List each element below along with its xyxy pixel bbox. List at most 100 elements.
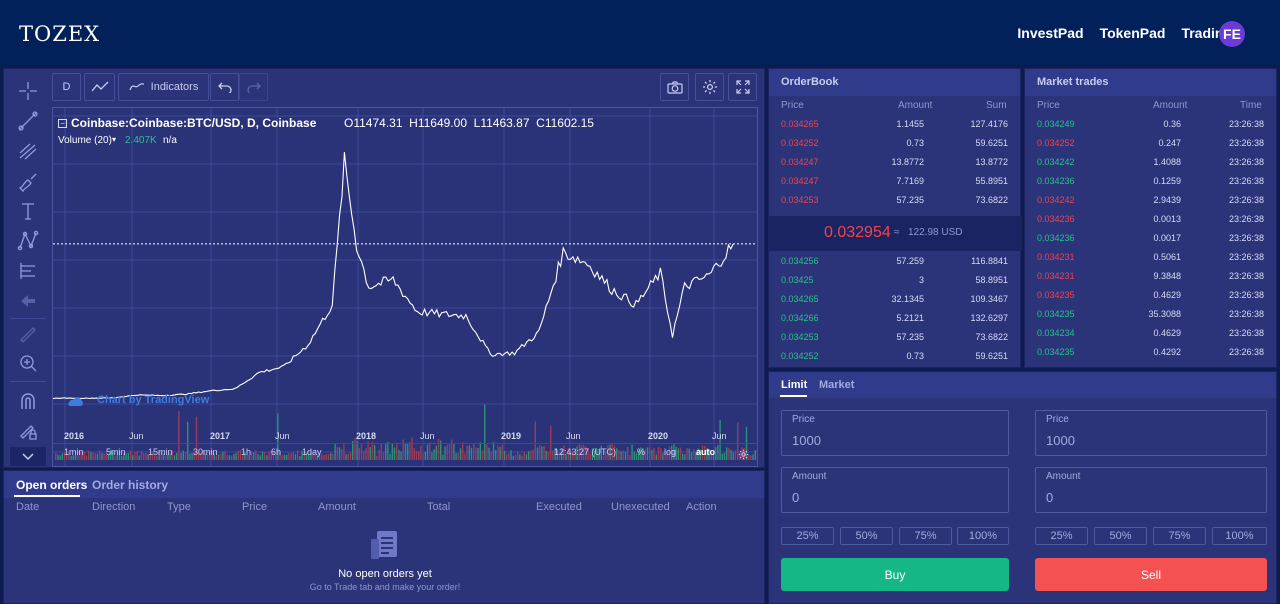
buy-75-percent-button[interactable]: 75% [899, 527, 952, 545]
trade-row[interactable]: 0.034231 9.3848 23:26:38 [1025, 267, 1276, 286]
sell-75-percent-button[interactable]: 75% [1153, 527, 1206, 545]
fullscreen-button[interactable] [728, 73, 757, 101]
interval-button[interactable]: D [52, 73, 81, 101]
percent-scale-button[interactable]: % [637, 447, 645, 457]
orderbook-row[interactable]: 0.034256 57.259 116.8841 [769, 252, 1020, 271]
timeframe-1h[interactable]: 1h [241, 447, 251, 457]
trade-row[interactable]: 0.034252 0.247 23:26:38 [1025, 134, 1276, 153]
sell-50-percent-button[interactable]: 50% [1094, 527, 1147, 545]
timeframe-1day[interactable]: 1day [302, 447, 322, 457]
buy-50-percent-button[interactable]: 50% [840, 527, 893, 545]
row-sum: 116.8841 [971, 256, 1008, 266]
chart-type-button[interactable] [84, 73, 115, 101]
tradingview-watermark[interactable]: Chart by TradingView [97, 394, 209, 406]
nav-investpad[interactable]: InvestPad [1017, 25, 1083, 41]
settings-button[interactable] [695, 73, 724, 101]
chart-plot-area[interactable]: − Coinbase:Coinbase:BTC/USD, D, Coinbase… [52, 107, 758, 467]
row-price: 0.034266 [781, 313, 819, 323]
sell-25-percent-button[interactable]: 25% [1035, 527, 1088, 545]
magnet-icon[interactable] [16, 389, 40, 413]
toolbar-divider [10, 318, 46, 319]
orderbook-row[interactable]: 0.034265 32.1345 109.3467 [769, 290, 1020, 309]
timeframe-15min[interactable]: 15min [148, 447, 173, 457]
row-amount: 5.2121 [896, 313, 924, 323]
user-avatar[interactable]: FE [1219, 21, 1245, 47]
prediction-tool-icon[interactable] [16, 259, 40, 283]
screenshot-button[interactable] [660, 73, 689, 101]
orderbook-row[interactable]: 0.034266 5.2121 132.6297 [769, 309, 1020, 328]
row-sum: 73.6822 [975, 195, 1008, 205]
toolbar-expand-button[interactable] [10, 447, 46, 466]
sell-button[interactable]: Sell [1035, 558, 1267, 591]
orderbook-row[interactable]: 0.03425 3 58.8951 [769, 271, 1020, 290]
gear-icon[interactable] [738, 447, 749, 465]
tozex-logo[interactable]: TOZEX [19, 22, 100, 46]
row-amount: 13.8772 [891, 157, 924, 167]
trade-row[interactable]: 0.034235 35.3088 23:26:38 [1025, 305, 1276, 324]
trade-row[interactable]: 0.034235 0.4292 23:26:38 [1025, 343, 1276, 362]
orderbook-col-price: Price [781, 100, 804, 111]
buy-price-field[interactable]: Price 1000 [781, 410, 1009, 456]
orderbook-row[interactable]: 0.034253 57.235 73.6822 [769, 191, 1020, 210]
timeframe-5min[interactable]: 5min [106, 447, 126, 457]
auto-scale-button[interactable]: auto [696, 447, 715, 457]
legend-collapse-icon[interactable]: − [58, 119, 67, 128]
brush-icon[interactable] [16, 169, 40, 193]
tab-open-orders[interactable]: Open orders [16, 478, 87, 492]
trade-price: 0.034235 [1037, 290, 1075, 300]
sell-price-field[interactable]: Price 1000 [1035, 410, 1267, 456]
ruler-icon[interactable] [16, 323, 40, 347]
trade-time: 23:26:38 [1228, 328, 1264, 338]
fib-tool-icon[interactable] [16, 139, 40, 163]
trade-row[interactable]: 0.034236 0.0017 23:26:38 [1025, 229, 1276, 248]
buy-100-percent-button[interactable]: 100% [957, 527, 1009, 545]
back-arrow-icon[interactable] [16, 289, 40, 313]
text-tool-icon[interactable] [16, 199, 40, 223]
trade-row[interactable]: 0.034234 0.4629 23:26:38 [1025, 324, 1276, 343]
crosshair-icon[interactable] [16, 79, 40, 103]
last-price: 0.032954 [824, 224, 891, 241]
trend-line-icon[interactable] [16, 109, 40, 133]
trade-row[interactable]: 0.034249 0.36 23:26:38 [1025, 115, 1276, 134]
x-tick-label: 2019 [501, 431, 522, 441]
trade-row[interactable]: 0.034235 0.4629 23:26:38 [1025, 286, 1276, 305]
orderbook-row[interactable]: 0.034247 7.7169 55.8951 [769, 172, 1020, 191]
buy-button[interactable]: Buy [781, 558, 1009, 591]
timeframe-6h[interactable]: 6h [271, 447, 281, 457]
orderbook-row[interactable]: 0.034252 0.73 59.6251 [769, 134, 1020, 153]
trade-row[interactable]: 0.034231 0.5061 23:26:38 [1025, 248, 1276, 267]
orderbook-row[interactable]: 0.034247 13.8772 13.8772 [769, 153, 1020, 172]
trade-row[interactable]: 0.034242 1.4088 23:26:38 [1025, 153, 1276, 172]
log-scale-button[interactable]: log [664, 447, 676, 457]
x-tick-label: 2020 [648, 431, 669, 441]
indicators-button[interactable]: Indicators [118, 73, 209, 101]
nav-tokenpad[interactable]: TokenPad [1100, 25, 1166, 41]
tab-order-history[interactable]: Order history [92, 478, 168, 492]
buy-25-percent-button[interactable]: 25% [781, 527, 834, 545]
redo-button[interactable] [239, 73, 268, 101]
lock-drawings-icon[interactable] [16, 419, 40, 443]
orderbook-row[interactable]: 0.034252 0.73 59.6251 [769, 347, 1020, 366]
legend-symbol[interactable]: Coinbase:Coinbase:BTC/USD, D, Coinbase [71, 116, 316, 130]
trade-row[interactable]: 0.034242 2.9439 23:26:38 [1025, 191, 1276, 210]
row-price: 0.034265 [781, 294, 819, 304]
orderbook-row[interactable]: 0.034265 1.1455 127.4176 [769, 115, 1020, 134]
timeframe-30min[interactable]: 30min [193, 447, 218, 457]
legend-volume-label[interactable]: Volume (20) [58, 135, 112, 146]
trade-row[interactable]: 0.034236 0.0013 23:26:38 [1025, 210, 1276, 229]
pattern-tool-icon[interactable] [16, 229, 40, 253]
sell-100-percent-button[interactable]: 100% [1212, 527, 1267, 545]
trade-price: 0.034242 [1037, 157, 1075, 167]
trade-row[interactable]: 0.034236 0.1259 23:26:38 [1025, 172, 1276, 191]
tab-market[interactable]: Market [819, 379, 854, 391]
row-amount: 57.235 [896, 332, 924, 342]
zoom-in-icon[interactable] [16, 351, 40, 375]
orderbook-row[interactable]: 0.034253 57.235 73.6822 [769, 328, 1020, 347]
active-tab-underline [14, 495, 80, 497]
tab-limit[interactable]: Limit [781, 379, 807, 391]
timeframe-1min[interactable]: 1min [64, 447, 84, 457]
sell-price-label: Price [1046, 414, 1069, 425]
buy-amount-field[interactable]: Amount 0 [781, 467, 1009, 513]
undo-button[interactable] [210, 73, 239, 101]
sell-amount-field[interactable]: Amount 0 [1035, 467, 1267, 513]
